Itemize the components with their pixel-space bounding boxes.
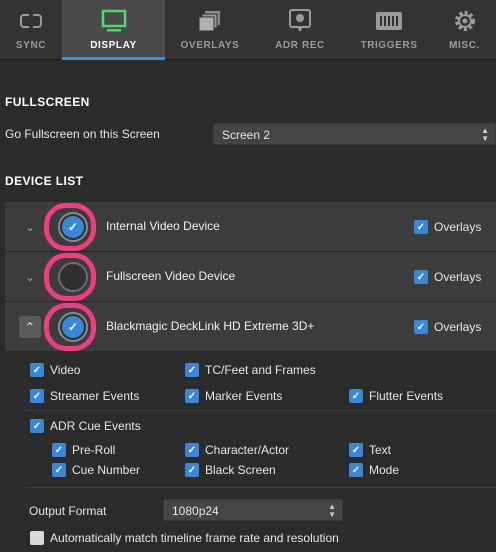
device-enable-toggle[interactable]: [58, 262, 88, 292]
device-row-internal[interactable]: ⌄ ✓ Internal Video Device ✓ Overlays: [5, 201, 496, 251]
auto-match-label: Automatically match timeline frame rate …: [50, 531, 339, 545]
chevron-down-icon[interactable]: ⌄: [19, 216, 41, 238]
text-label: Text: [369, 443, 392, 457]
marker-events-label: Marker Events: [205, 389, 283, 403]
video-checkbox[interactable]: ✓: [30, 363, 44, 377]
video-label: Video: [50, 363, 81, 377]
tab-overlays[interactable]: OVERLAYS: [165, 0, 255, 60]
marker-events-checkbox[interactable]: ✓: [185, 389, 199, 403]
tab-label: SYNC: [15, 40, 47, 51]
midi-icon: [374, 8, 404, 34]
chevron-down-icon[interactable]: ⌄: [19, 266, 41, 288]
streamer-events-checkbox[interactable]: ✓: [30, 389, 44, 403]
tab-adr-rec[interactable]: ADR REC: [255, 0, 345, 60]
tab-label: OVERLAYS: [180, 40, 240, 51]
black-screen-label: Black Screen: [205, 463, 276, 477]
tab-label: MISC.: [449, 40, 480, 51]
mode-label: Mode: [369, 463, 400, 477]
pre-roll-label: Pre-Roll: [72, 443, 116, 457]
record-icon: [287, 8, 313, 34]
overlays-label: Overlays: [434, 270, 482, 284]
device-list-title: DEVICE LIST: [5, 174, 84, 188]
mode-checkbox[interactable]: ✓: [349, 463, 363, 477]
device-enable-toggle[interactable]: ✓: [58, 212, 88, 242]
select-value: Screen 2: [222, 128, 271, 142]
tab-misc[interactable]: MISC.: [433, 0, 496, 60]
device-name: Blackmagic DeckLink HD Extreme 3D+: [106, 319, 315, 333]
tab-sync[interactable]: SYNC: [0, 0, 62, 60]
cue-number-checkbox[interactable]: ✓: [52, 463, 66, 477]
black-screen-checkbox[interactable]: ✓: [185, 463, 199, 477]
character-actor-checkbox[interactable]: ✓: [185, 443, 199, 457]
select-value: 1080p24: [172, 504, 219, 518]
gear-icon: [452, 8, 478, 34]
overlays-label: Overlays: [434, 220, 482, 234]
adr-cue-events-checkbox[interactable]: ✓: [30, 419, 44, 433]
fullscreen-label: Go Fullscreen on this Screen: [5, 127, 160, 141]
output-divider: [25, 487, 496, 488]
auto-match-checkbox[interactable]: ✓: [30, 531, 44, 545]
check-icon: ✓: [62, 316, 84, 338]
monitor-icon: [101, 8, 127, 34]
overlays-checkbox[interactable]: ✓: [414, 320, 428, 334]
layers-icon: [197, 8, 223, 34]
streamer-events-label: Streamer Events: [50, 389, 140, 403]
sync-icon: [18, 8, 44, 34]
tab-display[interactable]: DISPLAY: [62, 0, 165, 60]
device-enable-toggle[interactable]: ✓: [58, 312, 88, 342]
tab-triggers[interactable]: TRIGGERS: [345, 0, 433, 60]
device-name: Internal Video Device: [106, 219, 220, 233]
select-arrows-icon: ▲ ▼: [328, 502, 336, 519]
tab-label: TRIGGERS: [360, 40, 418, 51]
select-arrows-icon: ▲ ▼: [481, 126, 489, 143]
tab-bar: SYNC DISPLAY OVERLAYS ADR REC TRIGGERS M…: [0, 0, 496, 60]
overlays-label: Overlays: [434, 320, 482, 334]
output-format-select[interactable]: 1080p24 ▲ ▼: [163, 499, 343, 521]
output-format-label: Output Format: [29, 504, 107, 518]
tab-label: ADR REC: [275, 40, 325, 51]
flutter-events-checkbox[interactable]: ✓: [349, 389, 363, 403]
adr-cue-events-label: ADR Cue Events: [50, 419, 141, 433]
tc-feet-frames-label: TC/Feet and Frames: [205, 363, 316, 377]
cue-number-label: Cue Number: [72, 463, 141, 477]
text-checkbox[interactable]: ✓: [349, 443, 363, 457]
check-icon: ✓: [62, 216, 84, 238]
chevron-up-icon[interactable]: ⌃: [19, 316, 41, 338]
overlays-checkbox[interactable]: ✓: [414, 220, 428, 234]
fullscreen-screen-select[interactable]: Screen 2 ▲ ▼: [213, 123, 496, 145]
pre-roll-checkbox[interactable]: ✓: [52, 443, 66, 457]
tc-feet-frames-checkbox[interactable]: ✓: [185, 363, 199, 377]
options-divider: [25, 410, 496, 411]
character-actor-label: Character/Actor: [205, 443, 290, 457]
device-row-fullscreen[interactable]: ⌄ Fullscreen Video Device ✓ Overlays: [5, 251, 496, 301]
tab-label: DISPLAY: [90, 40, 137, 51]
fullscreen-title: FULLSCREEN: [5, 95, 90, 109]
overlays-checkbox[interactable]: ✓: [414, 270, 428, 284]
device-name: Fullscreen Video Device: [106, 269, 236, 283]
device-row-blackmagic[interactable]: ⌃ ✓ Blackmagic DeckLink HD Extreme 3D+ ✓…: [5, 301, 496, 351]
flutter-events-label: Flutter Events: [369, 389, 444, 403]
